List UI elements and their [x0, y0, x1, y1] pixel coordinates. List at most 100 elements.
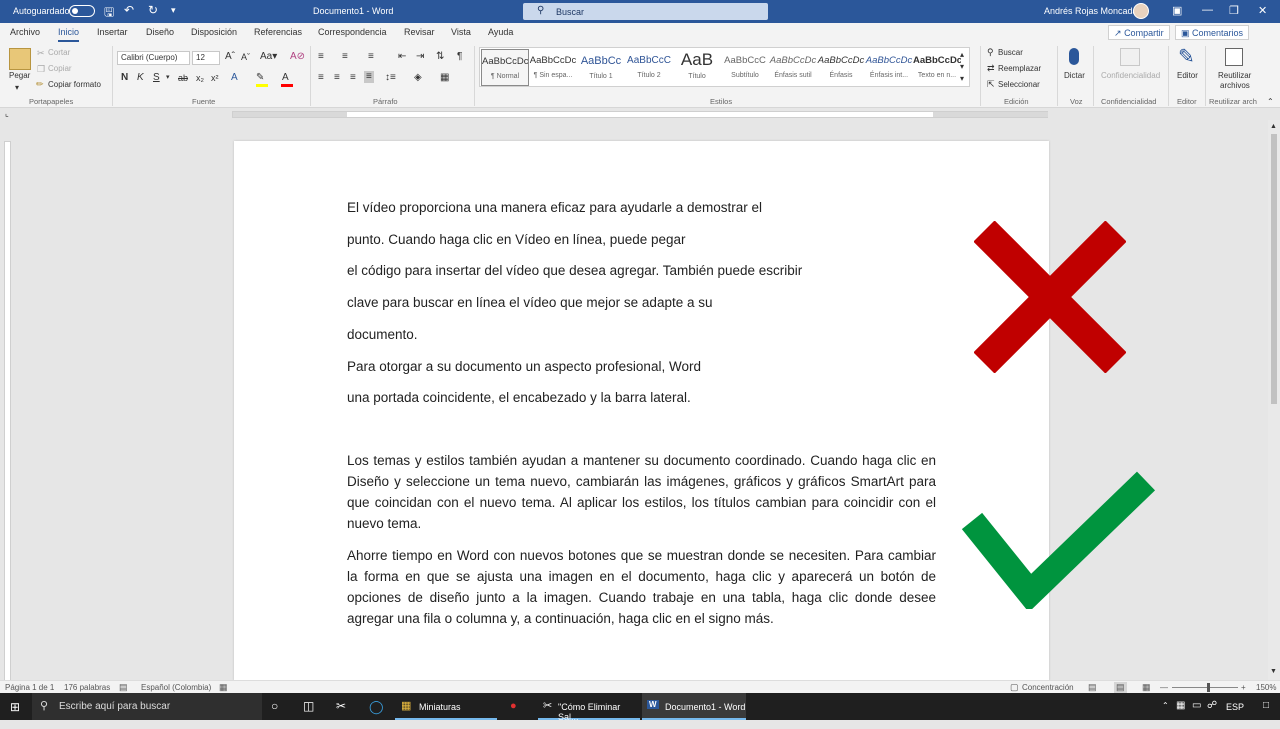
snipping-tool-icon[interactable]: ✂: [336, 699, 346, 726]
focus-icon[interactable]: ▢: [1010, 682, 1019, 693]
show-marks-icon[interactable]: ¶: [457, 51, 462, 63]
shrink-font-icon[interactable]: Aˇ: [241, 51, 250, 63]
text-effects-icon[interactable]: A: [231, 72, 238, 84]
style-heading-1[interactable]: AaBbCc Título 1: [577, 49, 625, 86]
shading-icon[interactable]: ◈: [414, 72, 422, 84]
avatar[interactable]: [1133, 3, 1149, 19]
tab-ayuda[interactable]: Ayuda: [488, 27, 513, 37]
taskbar-search[interactable]: ⚲ Escribe aquí para buscar: [32, 693, 262, 720]
battery-icon[interactable]: ▭: [1192, 700, 1201, 727]
focus-label[interactable]: Concentración: [1022, 683, 1074, 692]
microphone-icon[interactable]: [1069, 48, 1079, 65]
ribbon-display-icon[interactable]: ▣: [1172, 4, 1182, 17]
underline-chevron-icon[interactable]: ▾: [166, 72, 170, 84]
align-left-icon[interactable]: ≡: [318, 72, 324, 84]
sensitivity-label[interactable]: Confidencialidad: [1101, 71, 1160, 80]
replace-label[interactable]: Reemplazar: [998, 64, 1041, 73]
style-heading-2[interactable]: AaBbCcC Título 2: [625, 49, 673, 86]
read-mode-icon[interactable]: ▤: [1088, 682, 1097, 693]
network-icon[interactable]: ☍: [1207, 700, 1217, 727]
taskbar-app-miniaturas[interactable]: ▦ Miniaturas: [395, 693, 497, 720]
user-name[interactable]: Andrés Rojas Moncada: [1044, 6, 1138, 16]
tab-inicio[interactable]: Inicio: [58, 27, 80, 42]
scrollbar-thumb[interactable]: [1271, 134, 1277, 404]
proofing-icon[interactable]: ▤: [119, 682, 128, 693]
line-spacing-icon[interactable]: ↕≡: [385, 72, 396, 84]
strikethrough-icon[interactable]: ab: [178, 72, 188, 84]
superscript-icon[interactable]: x²: [211, 72, 219, 84]
borders-icon[interactable]: ▦: [440, 72, 449, 84]
horizontal-ruler[interactable]: ⌞: [0, 108, 1280, 120]
vertical-scrollbar[interactable]: ▲ ▼: [1268, 120, 1280, 680]
styles-scroll-down-icon[interactable]: ▾: [960, 61, 964, 73]
autosave-toggle[interactable]: [69, 5, 95, 17]
paste-icon[interactable]: [9, 48, 31, 70]
scroll-down-icon[interactable]: ▼: [1270, 666, 1277, 678]
minimize-icon[interactable]: —: [1202, 4, 1213, 16]
input-language[interactable]: ESP: [1226, 702, 1244, 729]
editor-icon[interactable]: ✎: [1178, 46, 1195, 68]
editor-label[interactable]: Editor: [1177, 71, 1198, 80]
styles-scroll-up-icon[interactable]: ▴: [960, 49, 964, 61]
tab-revisar[interactable]: Revisar: [404, 27, 435, 37]
accessibility-icon[interactable]: ▦: [219, 682, 228, 693]
taskbar-app-word[interactable]: W Documento1 - Word: [642, 693, 746, 720]
align-right-icon[interactable]: ≡: [350, 72, 356, 84]
zoom-level[interactable]: 150%: [1256, 683, 1276, 692]
scroll-up-icon[interactable]: ▲: [1270, 121, 1277, 133]
font-family-select[interactable]: Calibri (Cuerpo): [117, 51, 190, 65]
share-button[interactable]: ↗ Compartir: [1108, 25, 1170, 40]
grow-font-icon[interactable]: Aˆ: [225, 51, 235, 63]
tab-selector-icon[interactable]: ⌞: [5, 108, 9, 120]
multilevel-list-icon[interactable]: ≡: [368, 51, 374, 63]
tab-correspondencia[interactable]: Correspondencia: [318, 27, 387, 37]
subscript-icon[interactable]: x₂: [196, 72, 204, 84]
comments-button[interactable]: ▣ Comentarios: [1175, 25, 1250, 40]
search-box[interactable]: ⚲ Buscar: [523, 3, 768, 20]
zoom-slider[interactable]: [1172, 687, 1238, 688]
highlight-icon[interactable]: ✎: [256, 72, 264, 84]
paste-chevron-icon[interactable]: ▾: [15, 82, 19, 94]
reuse-label-1[interactable]: Reutilizar: [1218, 71, 1251, 80]
decrease-indent-icon[interactable]: ⇤: [398, 51, 406, 63]
bold-icon[interactable]: N: [121, 72, 128, 84]
find-label[interactable]: Buscar: [998, 48, 1023, 57]
task-view-icon[interactable]: ◫: [303, 699, 314, 726]
style-emphasis[interactable]: AaBbCcDc Énfasis: [817, 49, 865, 86]
tab-diseno[interactable]: Diseño: [146, 27, 174, 37]
redo-icon[interactable]: ↻: [148, 3, 158, 17]
tab-vista[interactable]: Vista: [451, 27, 471, 37]
change-case-icon[interactable]: Aa▾: [260, 51, 277, 63]
align-center-icon[interactable]: ≡: [334, 72, 340, 84]
style-title[interactable]: AaB Título: [673, 49, 721, 86]
document-page[interactable]: El vídeo proporciona una manera eficaz p…: [234, 141, 1156, 681]
font-color-icon[interactable]: A: [282, 72, 289, 84]
tray-app-icon[interactable]: ▦: [1176, 700, 1185, 727]
style-subtle-emphasis[interactable]: AaBbCcDc Énfasis sutil: [769, 49, 817, 86]
style-strong[interactable]: AaBbCcDc Texto en n...: [913, 49, 961, 86]
justify-icon[interactable]: ≡: [364, 71, 374, 83]
reuse-files-icon[interactable]: [1225, 48, 1243, 66]
windows-start-icon[interactable]: ⊞: [10, 700, 20, 727]
zoom-slider-thumb[interactable]: [1207, 683, 1210, 692]
style-subtitle[interactable]: AaBbCcC Subtítulo: [721, 49, 769, 86]
close-icon[interactable]: ✕: [1258, 4, 1267, 17]
underline-icon[interactable]: S: [153, 72, 160, 84]
collapse-ribbon-icon[interactable]: ⌃: [1267, 96, 1274, 108]
bullets-icon[interactable]: ≡: [318, 51, 324, 63]
style-no-spacing[interactable]: AaBbCcDc ¶ Sin espa...: [529, 49, 577, 86]
tab-referencias[interactable]: Referencias: [254, 27, 302, 37]
clear-format-icon[interactable]: A⊘: [290, 51, 305, 63]
reuse-label-2[interactable]: archivos: [1220, 81, 1250, 90]
language-label[interactable]: Español (Colombia): [141, 683, 211, 692]
numbering-icon[interactable]: ≡: [342, 51, 348, 63]
zoom-in-icon[interactable]: +: [1241, 683, 1246, 692]
italic-icon[interactable]: K: [137, 72, 144, 84]
select-label[interactable]: Seleccionar: [998, 80, 1040, 89]
cut-label[interactable]: Cortar: [48, 48, 70, 57]
tab-insertar[interactable]: Insertar: [97, 27, 128, 37]
notifications-icon[interactable]: □: [1263, 700, 1269, 727]
style-normal[interactable]: AaBbCcDc ¶ Normal: [481, 49, 529, 86]
styles-more-icon[interactable]: ▾: [960, 73, 964, 85]
print-layout-icon[interactable]: ▤: [1114, 682, 1127, 693]
